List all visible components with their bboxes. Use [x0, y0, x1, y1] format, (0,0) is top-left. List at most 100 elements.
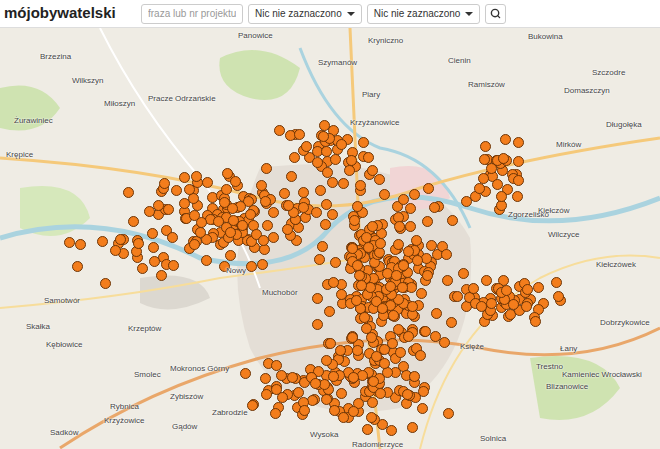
project-pin[interactable] [346, 155, 357, 166]
project-pin[interactable] [123, 187, 134, 198]
project-pin[interactable] [314, 254, 325, 265]
project-pin[interactable] [393, 324, 404, 335]
project-pin[interactable] [367, 397, 378, 408]
project-pin[interactable] [458, 268, 469, 279]
project-pin[interactable] [282, 224, 293, 235]
project-pin[interactable] [325, 338, 336, 349]
project-pin[interactable] [352, 345, 363, 356]
search-button[interactable] [485, 4, 506, 24]
project-pin[interactable] [530, 316, 541, 327]
project-pin[interactable] [347, 332, 358, 343]
project-pin[interactable] [355, 180, 366, 191]
project-pin[interactable] [417, 403, 428, 414]
project-pin[interactable] [318, 131, 329, 142]
project-pin[interactable] [328, 371, 339, 382]
project-pin[interactable] [422, 270, 433, 281]
project-pin[interactable] [452, 291, 463, 302]
project-pin[interactable] [391, 270, 402, 281]
project-pin[interactable] [338, 412, 349, 423]
project-pin[interactable] [137, 263, 148, 274]
project-pin[interactable] [351, 295, 362, 306]
project-pin[interactable] [474, 183, 485, 194]
project-pin[interactable] [64, 237, 75, 248]
project-pin[interactable] [402, 389, 413, 400]
project-pin[interactable] [500, 134, 511, 145]
project-pin[interactable] [349, 215, 360, 226]
project-pin[interactable] [167, 232, 178, 243]
project-pin[interactable] [274, 125, 285, 136]
project-pin[interactable] [368, 376, 379, 387]
project-pin[interactable] [260, 373, 271, 384]
project-pin[interactable] [268, 232, 279, 243]
project-pin[interactable] [256, 180, 267, 191]
project-pin[interactable] [354, 270, 365, 281]
project-pin[interactable] [403, 331, 414, 342]
filter-dropdown[interactable]: Nic nie zaznaczono [248, 4, 362, 24]
project-pin[interactable] [375, 238, 386, 249]
project-pin[interactable] [480, 141, 491, 152]
project-pin[interactable] [357, 370, 368, 381]
project-pin[interactable] [492, 179, 503, 190]
filter-dropdown[interactable]: Nic nie zaznaczono [367, 4, 481, 24]
project-pin[interactable] [442, 275, 453, 286]
project-pin[interactable] [366, 332, 377, 343]
project-pin[interactable] [415, 350, 426, 361]
project-pin[interactable] [335, 345, 346, 356]
project-pin[interactable] [513, 156, 524, 167]
project-pin[interactable] [270, 408, 281, 419]
project-pin[interactable] [328, 277, 339, 288]
project-pin[interactable] [352, 260, 363, 271]
project-pin[interactable] [388, 310, 399, 321]
project-pin[interactable] [298, 187, 309, 198]
project-pin[interactable] [321, 199, 332, 210]
project-pin[interactable] [496, 191, 507, 202]
project-pin[interactable] [293, 387, 304, 398]
project-pin[interactable] [513, 137, 524, 148]
project-pin[interactable] [348, 372, 359, 383]
project-pin[interactable] [508, 299, 519, 310]
project-pin[interactable] [315, 185, 326, 196]
project-pin[interactable] [277, 392, 288, 403]
project-pin[interactable] [403, 246, 414, 257]
project-pin[interactable] [362, 424, 373, 435]
project-pin[interactable] [348, 406, 359, 417]
project-pin[interactable] [97, 236, 108, 247]
project-pin[interactable] [189, 239, 200, 250]
project-pin[interactable] [426, 240, 437, 251]
project-pin[interactable] [321, 355, 332, 366]
project-pin[interactable] [461, 196, 472, 207]
search-input[interactable] [141, 4, 243, 24]
project-pin[interactable] [262, 220, 273, 231]
project-pin[interactable] [405, 221, 416, 232]
project-pin[interactable] [486, 298, 497, 309]
project-pin[interactable] [363, 242, 374, 253]
project-pin[interactable] [416, 288, 427, 299]
project-pin[interactable] [324, 306, 335, 317]
project-pin[interactable] [312, 319, 323, 330]
project-pin[interactable] [156, 270, 167, 281]
project-pin[interactable] [317, 241, 328, 252]
project-pin[interactable] [225, 227, 236, 238]
project-pin[interactable] [276, 370, 287, 381]
project-pin[interactable] [240, 368, 251, 379]
project-pin[interactable] [358, 137, 369, 148]
project-pin[interactable] [443, 408, 454, 419]
project-pin[interactable] [423, 183, 434, 194]
project-pin[interactable] [171, 185, 182, 196]
project-pin[interactable] [393, 239, 404, 250]
map[interactable]: PanowiceKrynicznoBukowinaBrzezinaSzymanó… [0, 28, 660, 449]
project-pin[interactable] [100, 278, 111, 289]
project-pin[interactable] [411, 235, 422, 246]
project-pin[interactable] [115, 234, 126, 245]
project-pin[interactable] [418, 386, 429, 397]
project-pin[interactable] [431, 308, 442, 319]
project-pin[interactable] [409, 189, 420, 200]
project-pin[interactable] [441, 249, 452, 260]
project-pin[interactable] [367, 221, 378, 232]
project-pin[interactable] [279, 188, 290, 199]
project-pin[interactable] [379, 358, 390, 369]
project-pin[interactable] [245, 209, 256, 220]
project-pin[interactable] [327, 209, 338, 220]
project-pin[interactable] [447, 215, 458, 226]
project-pin[interactable] [195, 227, 206, 238]
